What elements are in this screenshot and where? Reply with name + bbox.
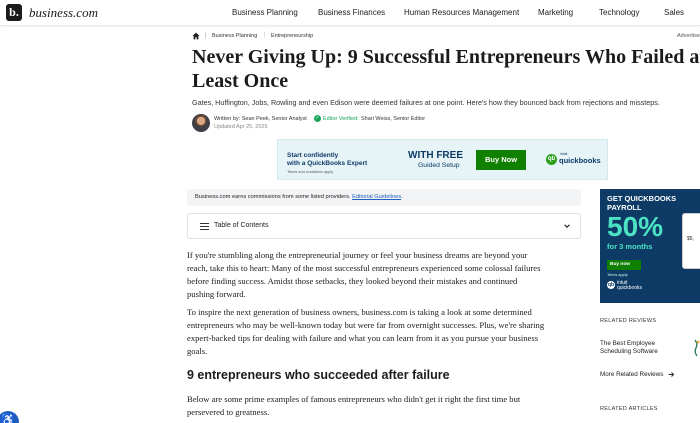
title-line-2: Least Once — [192, 70, 289, 92]
paragraph-line: before finding success. Amidst those set… — [187, 276, 518, 286]
side-ad-device-amount: $5, — [687, 236, 694, 242]
updated-date: Updated Apr 25, 2025 — [214, 124, 268, 130]
ad-buy-now-button[interactable]: Buy Now — [476, 150, 526, 170]
ad-terms: Terms and conditions apply. — [287, 170, 334, 174]
logo-mark[interactable]: b. — [6, 4, 22, 21]
paragraph-line: If you're stumbling along the entreprene… — [187, 250, 528, 260]
logo-text[interactable]: business.com — [29, 5, 98, 21]
quickbooks-logo-icon: qb — [546, 154, 557, 165]
side-ad-terms: Terms apply. — [607, 273, 629, 277]
section-heading: 9 entrepreneurs who succeeded after fail… — [187, 368, 450, 382]
side-ad-duration: for 3 months — [607, 242, 653, 251]
commissions-text: Business.com earns commissions from some… — [195, 194, 403, 200]
commissions-disclosure: Business.com earns commissions from some… — [187, 189, 581, 206]
quickbooks-logo-icon: qb — [607, 281, 615, 289]
related-review-link[interactable]: The Best Employee Scheduling Software — [600, 340, 658, 356]
ad-tagline-1: Start confidently — [287, 152, 339, 159]
commissions-statement: Business.com earns commissions from some… — [195, 194, 351, 200]
accessibility-icon[interactable]: ♿ — [0, 411, 19, 423]
phone-mockup-image: $5, — [682, 213, 700, 269]
side-ad-buy-now-button[interactable]: Buy now — [607, 260, 641, 270]
related-review-line-2: Scheduling Software — [600, 348, 658, 355]
editor-verified-label: Editor Verified: — [323, 116, 359, 122]
nav-technology[interactable]: Technology — [599, 8, 639, 17]
ad-headline: WITH FREE — [408, 150, 463, 161]
nav-business-finances[interactable]: Business Finances — [318, 8, 385, 17]
home-icon[interactable] — [192, 32, 200, 40]
commissions-suffix: . — [401, 194, 403, 200]
list-icon — [200, 223, 209, 230]
nav-sales[interactable]: Sales — [664, 8, 684, 17]
side-ad-brand: intuit quickbooks — [617, 281, 642, 291]
paragraph-line: reach, take this to heart: Many of the m… — [187, 263, 541, 273]
editorial-guidelines-link[interactable]: Editorial Guidelines — [352, 194, 401, 200]
ad-brand-quickbooks: quickbooks — [559, 156, 601, 165]
paragraph-line: persevered to greatness. — [187, 407, 270, 417]
paragraph-line: entrepreneurs who may be well-known toda… — [187, 320, 545, 330]
paragraph-line: pushing forward. — [187, 289, 246, 299]
nav-business-planning[interactable]: Business Planning — [232, 8, 298, 17]
paragraph-line: goals. — [187, 346, 208, 356]
arrow-right-icon[interactable] — [668, 371, 675, 378]
nav-human-resources-management[interactable]: Human Resources Management — [404, 8, 519, 17]
advertise-link[interactable]: Advertise — [677, 33, 700, 39]
nav-marketing[interactable]: Marketing — [538, 8, 573, 17]
review-thumbnail-image[interactable] — [689, 336, 700, 358]
author-avatar[interactable] — [192, 114, 210, 132]
paragraph-line: expert-backed tips for dealing with fail… — [187, 333, 539, 343]
quickbooks-payroll-side-ad[interactable]: GET QUICKBOOKS PAYROLL 50% for 3 months … — [600, 189, 700, 303]
breadcrumb-separator: | — [264, 32, 266, 38]
side-ad-percent: 50% — [607, 211, 664, 242]
intro-paragraph: If you're stumbling along the entreprene… — [187, 249, 587, 301]
paragraph-line: Below are some prime examples of famous … — [187, 394, 521, 404]
ad-tagline-2: with a QuickBooks Expert — [287, 160, 368, 167]
editor-name[interactable]: Shari Weiss, Senior Editor — [361, 116, 425, 122]
more-related-reviews-link[interactable]: More Related Reviews — [600, 371, 663, 378]
top-navigation-bar: b. business.com Business Planning Busine… — [0, 0, 700, 26]
related-review-line-1: The Best Employee — [600, 340, 655, 347]
related-articles-heading: RELATED ARTICLES — [600, 406, 658, 412]
second-paragraph: To inspire the next generation of busine… — [187, 306, 587, 358]
check-circle-icon: ✓ — [314, 115, 321, 122]
toc-label: Table of Contents — [214, 222, 269, 229]
breadcrumb-separator: | — [205, 33, 207, 39]
author-byline[interactable]: Written by: Sean Peek, Senior Analyst — [214, 116, 307, 122]
ad-subhead: Guided Setup — [418, 162, 460, 169]
breadcrumb-entrepreneurship[interactable]: Entrepreneurship — [271, 33, 313, 39]
table-of-contents-toggle[interactable]: Table of Contents — [187, 213, 581, 239]
breadcrumb-business-planning[interactable]: Business Planning — [212, 33, 257, 39]
title-line-1: Never Giving Up: 9 Successful Entreprene… — [192, 46, 700, 68]
article-subtitle: Gates, Huffington, Jobs, Rowling and eve… — [192, 98, 660, 107]
paragraph-line: To inspire the next generation of busine… — [187, 307, 532, 317]
page-title: Never Giving Up: 9 Successful Entreprene… — [192, 45, 700, 93]
section-paragraph: Below are some prime examples of famous … — [187, 393, 587, 419]
chevron-down-icon[interactable] — [563, 222, 571, 230]
quickbooks-ad-banner[interactable]: Start confidently with a QuickBooks Expe… — [277, 139, 608, 180]
side-ad-brand-quickbooks: quickbooks — [617, 285, 643, 291]
related-reviews-heading: RELATED REVIEWS — [600, 318, 657, 324]
side-ad-line-1: GET QUICKBOOKS — [607, 194, 677, 203]
